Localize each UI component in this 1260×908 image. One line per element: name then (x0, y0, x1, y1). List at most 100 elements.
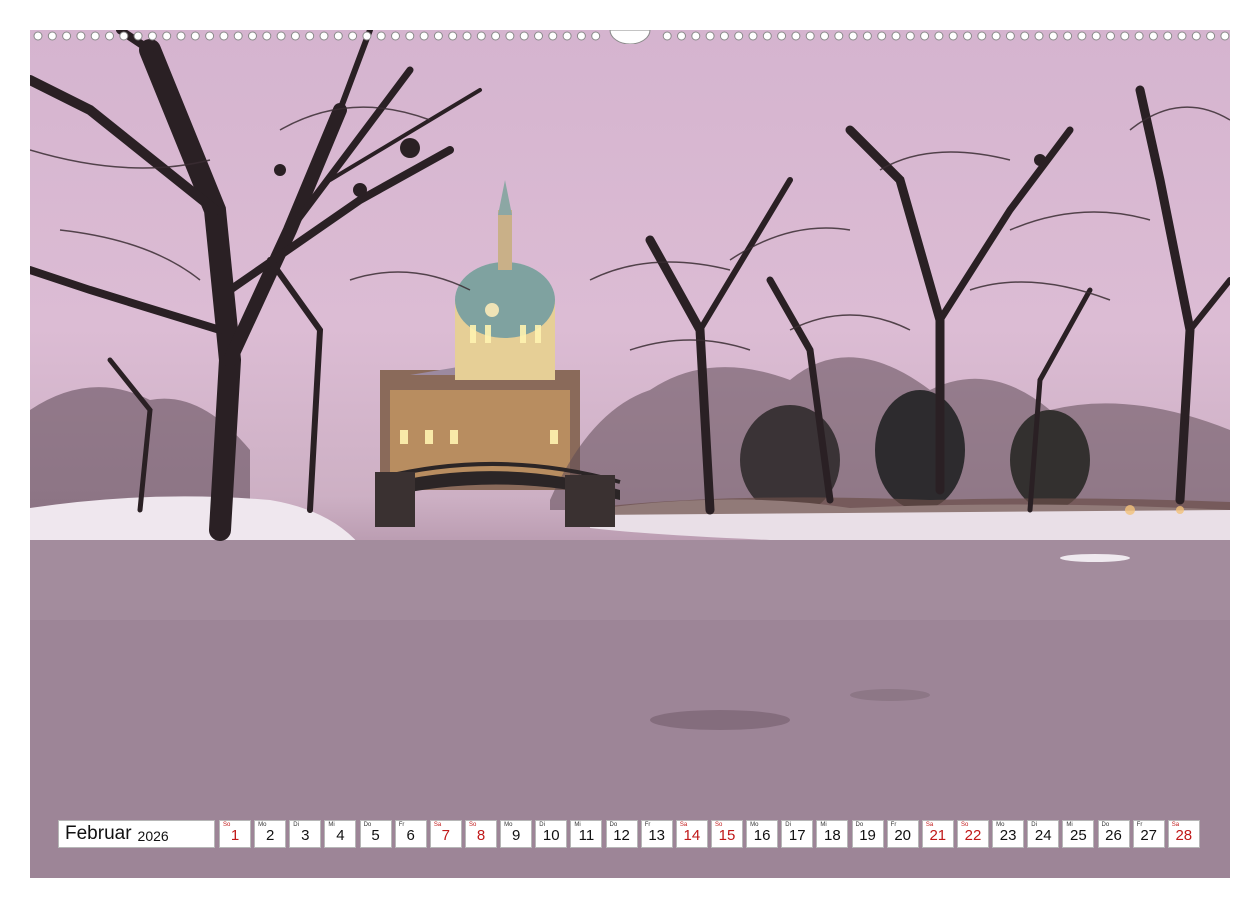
spiral-binding (30, 30, 1230, 44)
day-cell: So 22 (956, 820, 989, 848)
day-number: 20 (894, 827, 912, 844)
day-cell: Mo 9 (500, 820, 533, 848)
month-name: Februar (65, 823, 132, 844)
day-cell: Do 19 (851, 820, 884, 848)
binding-hole (834, 31, 844, 41)
binding-hole (548, 31, 558, 41)
day-cell: Mi 18 (816, 820, 849, 848)
day-cells: So 1 Mo 2 Di 3 Mi 4 Do 5 Fr 6 Sa 7 So 8 Mo 9 Di 10 Mi 11 Do 12 F… (219, 820, 1203, 850)
binding-hole (190, 31, 200, 41)
binding-hole (1020, 31, 1030, 41)
day-number: 14 (683, 827, 701, 844)
binding-hole (433, 31, 443, 41)
binding-hole (662, 31, 672, 41)
binding-hole (176, 31, 186, 41)
binding-hole (376, 31, 386, 41)
binding-hole (119, 31, 129, 41)
day-number: 12 (613, 827, 630, 844)
binding-hole (147, 31, 157, 41)
binding-hole (519, 31, 529, 41)
day-number: 1 (230, 827, 240, 844)
day-cell: So 8 (464, 820, 497, 848)
day-number: 19 (859, 827, 876, 844)
day-number: 7 (441, 827, 451, 844)
binding-hole (877, 31, 887, 41)
day-cell: Fr 27 (1132, 820, 1165, 848)
day-number: 18 (824, 827, 841, 844)
day-number: 15 (718, 827, 736, 844)
binding-hole (276, 31, 286, 41)
binding-hole (1120, 31, 1130, 41)
calendar-photo (30, 30, 1230, 878)
day-number: 10 (542, 827, 560, 844)
year-label: 2026 (137, 827, 169, 844)
winter-park-scene (30, 30, 1230, 878)
binding-hole (691, 31, 701, 41)
day-cell: Mi 11 (570, 820, 603, 848)
binding-hole (591, 31, 601, 41)
binding-hole (333, 31, 343, 41)
calendar-strip: Februar 2026 So 1 Mo 2 Di 3 Mi 4 Do 5 Fr 6 Sa 7 So 8 Mo 9… (58, 820, 1203, 850)
binding-hole (248, 31, 257, 41)
day-cell: Mo 16 (746, 820, 779, 848)
binding-hole (47, 31, 57, 41)
binding-hole (963, 31, 972, 41)
mistletoe (274, 138, 1046, 197)
day-cell: Sa 14 (675, 820, 708, 848)
day-cell: Di 24 (1027, 820, 1060, 848)
binding-hole (1063, 31, 1073, 41)
day-number: 16 (753, 827, 771, 844)
binding-hole (805, 31, 815, 41)
binding-hole (791, 31, 801, 41)
day-number: 26 (1105, 827, 1122, 844)
day-cell: Mi 4 (324, 820, 357, 848)
binding-hole (1163, 31, 1173, 41)
binding-hole (705, 31, 715, 41)
binding-hole (262, 31, 272, 41)
day-number: 9 (511, 827, 521, 844)
binding-hole (762, 31, 772, 41)
binding-hole (76, 31, 86, 41)
binding-hole (305, 31, 315, 41)
day-number: 28 (1175, 827, 1193, 844)
binding-hole (920, 31, 930, 41)
binding-hole (205, 31, 215, 41)
day-cell: Fr 13 (640, 820, 673, 848)
binding-hole (905, 31, 915, 41)
binding-hole (219, 31, 229, 41)
binding-hole (62, 31, 72, 41)
town-hall-building (380, 180, 580, 490)
day-number: 17 (788, 827, 806, 844)
day-cell: Di 17 (781, 820, 814, 848)
binding-hole (462, 31, 472, 41)
day-cell: Di 10 (535, 820, 568, 848)
day-cell: So 15 (710, 820, 743, 848)
day-cell: Sa 7 (429, 820, 462, 848)
binding-hole (1106, 31, 1115, 41)
binding-hole (1148, 31, 1158, 41)
binding-hole (777, 31, 787, 41)
day-number: 25 (1070, 827, 1087, 844)
day-number: 8 (476, 827, 486, 844)
binding-hole (448, 31, 458, 41)
binding-hole (133, 31, 143, 41)
binding-hole (1134, 31, 1144, 41)
binding-hole (319, 31, 329, 41)
binding-hole (1177, 31, 1187, 41)
binding-hole (233, 31, 243, 41)
binding-hole (290, 31, 300, 41)
binding-hole (1048, 31, 1058, 41)
binding-hole (719, 31, 729, 41)
day-cell: Mi 25 (1062, 820, 1095, 848)
binding-hole (820, 31, 829, 41)
day-number: 11 (578, 827, 595, 844)
day-number: 23 (999, 827, 1017, 844)
binding-hole (105, 31, 114, 41)
binding-hole (1191, 31, 1201, 41)
binding-hole (476, 31, 486, 41)
day-number: 13 (648, 827, 666, 844)
binding-hole (1091, 31, 1101, 41)
binding-hole (362, 31, 372, 41)
binding-hole (534, 31, 543, 41)
day-number: 6 (406, 827, 415, 844)
